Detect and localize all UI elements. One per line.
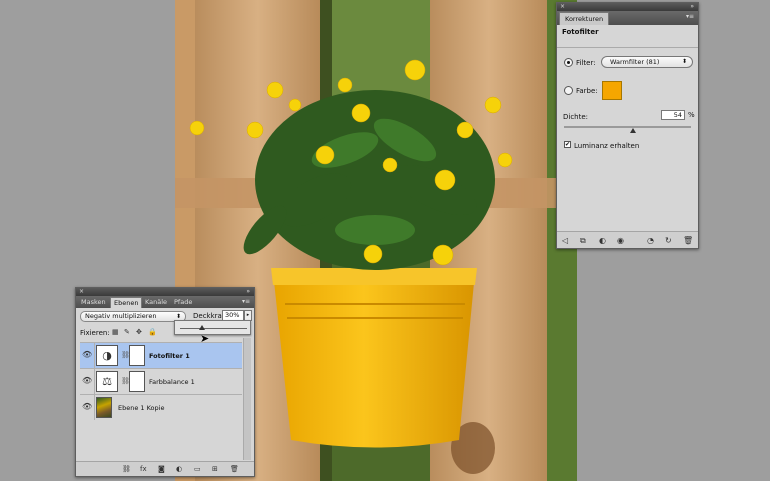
back-arrow-icon[interactable]: ◁ [562, 236, 568, 245]
view-previous-icon[interactable]: ◔ [647, 236, 654, 245]
panel-titlebar[interactable]: × » [76, 288, 254, 296]
lock-icon[interactable]: 🔒 [148, 328, 157, 336]
layers-scrollbar[interactable] [243, 338, 251, 460]
lock-brush-icon[interactable]: ✎ [124, 328, 130, 336]
tab-korrekturen[interactable]: Korrekturen [559, 12, 610, 25]
layer-name: Fotofilter 1 [149, 352, 190, 360]
filter-select[interactable]: Warmfilter (81) ⬍ [601, 56, 693, 68]
layer-image-thumbnail [96, 397, 112, 418]
trash-icon[interactable]: 🗑 [683, 236, 693, 245]
group-folder-icon[interactable]: ▭ [194, 465, 201, 473]
tab-masken[interactable]: Masken [78, 297, 109, 308]
blend-mode-value: Negativ multiplizieren [85, 312, 157, 320]
opacity-slider-thumb[interactable] [199, 325, 205, 330]
panel-collapse-icon[interactable]: » [246, 288, 250, 296]
luminanz-label: Luminanz erhalten [574, 142, 640, 150]
trash-icon[interactable]: 🗑 [230, 465, 239, 473]
adjustment-layer-icon[interactable]: ◐ [176, 465, 182, 473]
layer-row-fotofilter[interactable]: 👁 ◑ ⛓ Fotofilter 1 [80, 342, 242, 368]
layer-row-farbbalance[interactable]: 👁 ⚖ ⛓ Farbbalance 1 [80, 368, 242, 394]
panel-menu-icon[interactable]: ▾≡ [686, 11, 694, 23]
tab-kanaele[interactable]: Kanäle [142, 297, 170, 308]
visibility-icon[interactable]: ◉ [617, 236, 624, 245]
photo-filter-adjustment-icon: ◑ [96, 345, 118, 366]
panel-collapse-icon[interactable]: » [690, 3, 694, 11]
layer-name: Ebene 1 Kopie [118, 404, 165, 412]
dichte-label: Dichte: [563, 113, 589, 121]
chevron-updown-icon: ⬍ [681, 58, 687, 65]
close-icon[interactable]: × [79, 289, 84, 295]
filter-label: Filter: [576, 59, 596, 67]
reset-icon[interactable]: ↻ [665, 236, 672, 245]
close-icon[interactable]: × [560, 4, 565, 10]
panel-menu-icon[interactable]: ▾≡ [242, 296, 250, 308]
layer-mask-thumbnail[interactable] [129, 345, 145, 366]
dichte-slider-track[interactable] [564, 126, 691, 128]
adjustments-panel: × » Korrekturen ▾≡ Fotofilter Filter: Wa… [556, 2, 699, 249]
divider [94, 369, 95, 394]
eye-icon[interactable]: 👁 [82, 351, 92, 359]
expand-view-icon[interactable]: ⧉ [580, 236, 586, 245]
fix-label: Fixieren: [80, 329, 110, 337]
dichte-slider-thumb[interactable] [629, 128, 636, 133]
filter-radio[interactable] [564, 58, 573, 67]
divider [557, 47, 698, 48]
eye-icon[interactable]: 👁 [82, 377, 92, 385]
tab-pfade[interactable]: Pfade [171, 297, 195, 308]
color-swatch[interactable] [602, 81, 622, 100]
adjustments-tabbar: Korrekturen ▾≡ [557, 11, 698, 25]
tab-ebenen[interactable]: Ebenen [110, 297, 143, 308]
opacity-slider-popup[interactable] [174, 320, 251, 335]
new-layer-icon[interactable]: ⊞ [212, 465, 218, 473]
luminanz-checkbox[interactable]: ✔ [564, 141, 571, 148]
adjustments-footer: ◁ ⧉ ◐ ◉ ◔ ↻ 🗑 [557, 231, 698, 248]
adjustment-title: Fotofilter [562, 28, 599, 36]
link-layers-icon[interactable]: ⛓ [122, 465, 131, 473]
filter-select-value: Warmfilter (81) [610, 58, 660, 66]
dichte-unit: % [688, 111, 695, 119]
divider [94, 343, 95, 368]
layers-tabbar: Masken Ebenen Kanäle Pfade ▾≡ [76, 296, 254, 308]
farbe-label: Farbe: [576, 87, 598, 95]
dichte-input[interactable]: 54 [661, 110, 685, 120]
lock-move-icon[interactable]: ✥ [136, 328, 142, 336]
add-mask-icon[interactable]: ◙ [158, 465, 165, 473]
layer-name: Farbbalance 1 [149, 378, 195, 386]
farbe-radio[interactable] [564, 86, 573, 95]
clip-layer-icon[interactable]: ◐ [599, 236, 606, 245]
fx-icon[interactable]: fx [140, 465, 147, 473]
layers-footer: ⛓ fx ◙ ◐ ▭ ⊞ 🗑 [76, 461, 254, 476]
layers-panel: × » Masken Ebenen Kanäle Pfade ▾≡ Negati… [75, 287, 255, 477]
panel-titlebar[interactable]: × » [557, 3, 698, 11]
eye-icon[interactable]: 👁 [82, 403, 92, 411]
opacity-slider-track[interactable] [180, 328, 247, 329]
layer-mask-thumbnail[interactable] [129, 371, 145, 392]
lock-transparency-icon[interactable]: ▦ [112, 328, 119, 336]
layer-row-ebene-kopie[interactable]: 👁 Ebene 1 Kopie [80, 394, 242, 420]
divider [94, 395, 95, 420]
blend-mode-select[interactable]: Negativ multiplizieren ⬍ [80, 311, 186, 322]
color-balance-adjustment-icon: ⚖ [96, 371, 118, 392]
